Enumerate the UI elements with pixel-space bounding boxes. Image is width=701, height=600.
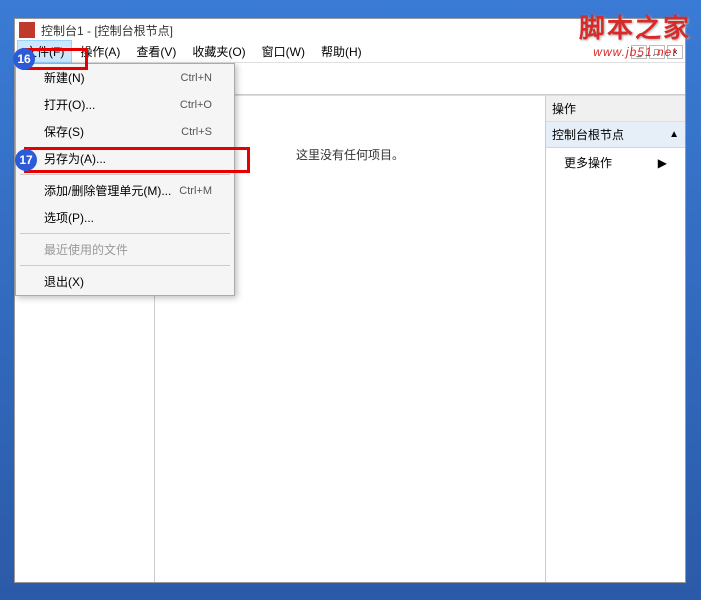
more-actions-item[interactable]: 更多操作 ▶ bbox=[546, 148, 685, 177]
dd-save[interactable]: 保存(S) Ctrl+S bbox=[16, 118, 234, 145]
actions-panel: 操作 控制台根节点 ▲ 更多操作 ▶ bbox=[545, 96, 685, 582]
dd-new-label: 新建(N) bbox=[44, 69, 85, 86]
dd-recent-label: 最近使用的文件 bbox=[44, 241, 128, 258]
dd-options[interactable]: 选项(P)... bbox=[16, 204, 234, 231]
submenu-arrow-icon: ▶ bbox=[658, 156, 667, 170]
watermark-en: www.jb51.net bbox=[593, 45, 676, 59]
dd-separator-3 bbox=[20, 265, 230, 266]
watermark: 脚本之家 www.jb51.net bbox=[579, 8, 691, 59]
dd-new[interactable]: 新建(N) Ctrl+N bbox=[16, 64, 234, 91]
collapse-arrow-icon: ▲ bbox=[669, 129, 679, 140]
menu-favorites[interactable]: 收藏夹(O) bbox=[184, 40, 253, 63]
actions-section[interactable]: 控制台根节点 ▲ bbox=[546, 122, 685, 148]
dd-saveas[interactable]: 另存为(A)... bbox=[16, 145, 234, 172]
dd-exit-label: 退出(X) bbox=[44, 273, 84, 290]
dd-open-label: 打开(O)... bbox=[44, 96, 95, 113]
menu-action[interactable]: 操作(A) bbox=[72, 40, 128, 63]
dd-addremove-shortcut: Ctrl+M bbox=[179, 185, 212, 197]
file-dropdown: 新建(N) Ctrl+N 打开(O)... Ctrl+O 保存(S) Ctrl+… bbox=[15, 63, 235, 296]
annotation-number-16: 16 bbox=[13, 48, 35, 70]
actions-header: 操作 bbox=[546, 96, 685, 122]
dd-new-shortcut: Ctrl+N bbox=[181, 72, 212, 84]
dd-separator-2 bbox=[20, 233, 230, 234]
window-title: 控制台1 - [控制台根节点] bbox=[41, 22, 173, 39]
mmc-window: 控制台1 - [控制台根节点] 文件(F) 操作(A) 查看(V) 收藏夹(O)… bbox=[14, 18, 686, 583]
app-icon bbox=[19, 22, 35, 38]
more-actions-label: 更多操作 bbox=[564, 154, 612, 171]
dd-saveas-label: 另存为(A)... bbox=[44, 150, 106, 167]
dd-recent: 最近使用的文件 bbox=[16, 236, 234, 263]
dd-exit[interactable]: 退出(X) bbox=[16, 268, 234, 295]
dd-save-label: 保存(S) bbox=[44, 123, 84, 140]
dd-addremove-snapin[interactable]: 添加/删除管理单元(M)... Ctrl+M bbox=[16, 177, 234, 204]
dd-separator-1 bbox=[20, 174, 230, 175]
dd-save-shortcut: Ctrl+S bbox=[181, 126, 212, 138]
annotation-number-17: 17 bbox=[15, 149, 37, 171]
dd-open[interactable]: 打开(O)... Ctrl+O bbox=[16, 91, 234, 118]
dd-options-label: 选项(P)... bbox=[44, 209, 94, 226]
actions-section-label: 控制台根节点 bbox=[552, 126, 624, 143]
watermark-cn: 脚本之家 bbox=[579, 8, 691, 45]
dd-open-shortcut: Ctrl+O bbox=[180, 99, 212, 111]
dd-addremove-label: 添加/删除管理单元(M)... bbox=[44, 182, 171, 199]
menu-view[interactable]: 查看(V) bbox=[128, 40, 184, 63]
menu-help[interactable]: 帮助(H) bbox=[313, 40, 370, 63]
menu-window[interactable]: 窗口(W) bbox=[254, 40, 313, 63]
